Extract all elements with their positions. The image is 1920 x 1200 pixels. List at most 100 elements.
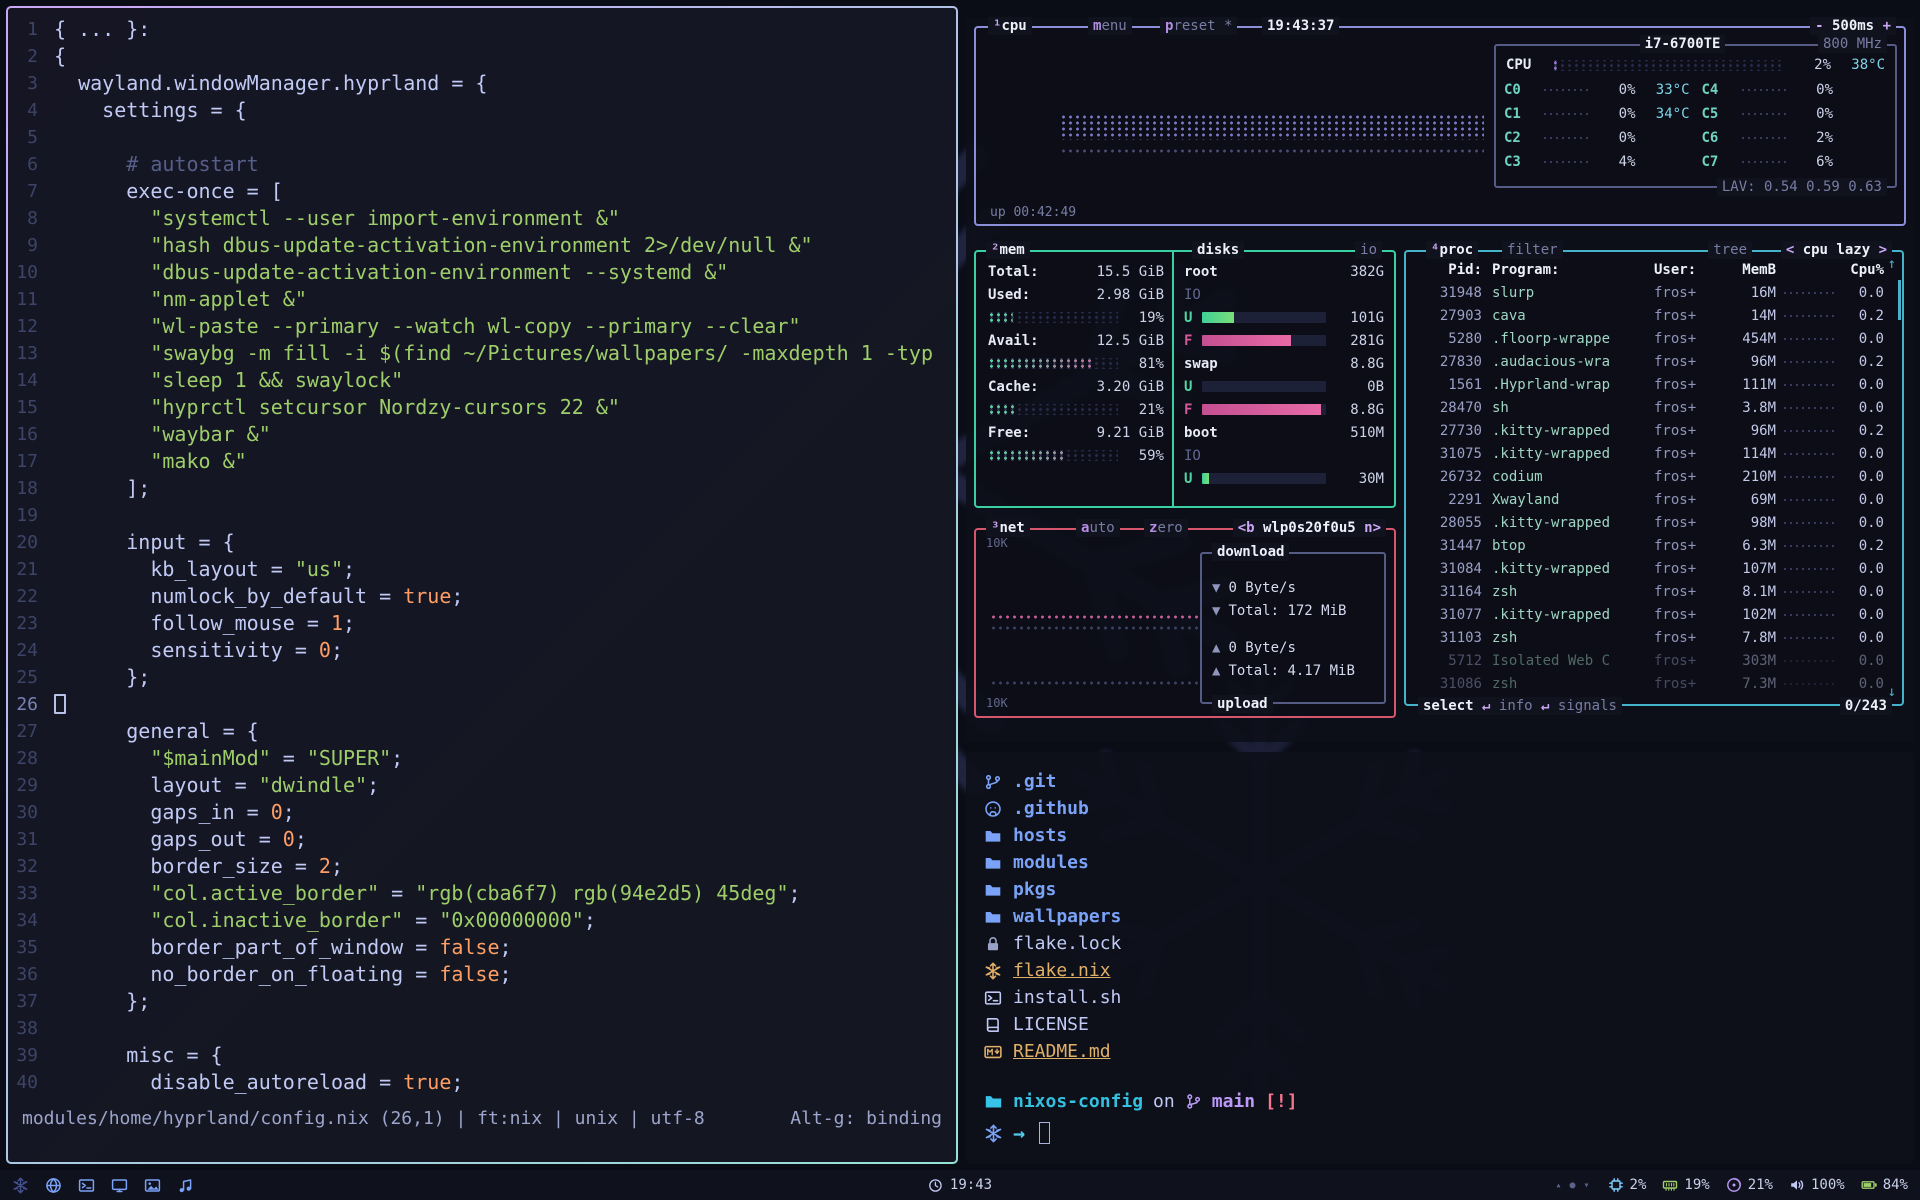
taskbar-app-music[interactable] xyxy=(177,1177,194,1194)
taskbar-app-nix[interactable] xyxy=(12,1177,29,1194)
battery-icon xyxy=(1861,1177,1877,1193)
net-interface-selector[interactable]: <b wlp0s20f0u5 n> xyxy=(1233,519,1386,537)
tray-icon-2[interactable]: ● xyxy=(1569,1180,1575,1191)
process-row[interactable]: 5280.floorp-wrappefros+454M0.0 xyxy=(1414,327,1888,350)
disk-icon xyxy=(1726,1177,1742,1193)
shell-input-line[interactable]: → xyxy=(984,1121,1896,1145)
file-item[interactable]: flake.nix xyxy=(984,957,1896,984)
file-name: flake.lock xyxy=(1013,933,1121,954)
line-number: 22 xyxy=(8,583,54,610)
editor-line: 5 xyxy=(8,124,956,151)
file-name: install.sh xyxy=(1013,987,1121,1008)
editor-line: 14 "sleep 1 && swaylock" xyxy=(8,367,956,394)
mem-box-title[interactable]: ²mem xyxy=(986,241,1030,259)
proc-sort-selector[interactable]: < cpu lazy > xyxy=(1781,241,1892,259)
process-row[interactable]: 31447btopfros+6.3M0.2 xyxy=(1414,534,1888,557)
cpu-history-graph xyxy=(1060,114,1484,140)
file-item[interactable]: .github xyxy=(984,795,1896,822)
proc-filter-button[interactable]: filter xyxy=(1502,241,1563,259)
process-row[interactable]: 27730.kitty-wrappedfros+96M0.2 xyxy=(1414,419,1888,442)
editor-window[interactable]: 1{ ... }:2{3 wayland.windowManager.hyprl… xyxy=(6,6,958,1164)
terminal-window[interactable]: .git.githubhostsmodulespkgswallpapers fla… xyxy=(966,752,1914,1164)
process-table-header[interactable]: Pid: Program: User: MemB Cpu% xyxy=(1414,258,1888,281)
memory-meter-row: 19% xyxy=(988,306,1164,329)
clock-module[interactable]: 19:43 xyxy=(928,1177,992,1193)
net-box-title[interactable]: ³net xyxy=(986,519,1030,537)
file-item[interactable]: pkgs xyxy=(984,876,1896,903)
btop-menu-button[interactable]: menu xyxy=(1088,17,1132,35)
net-scale-bottom: 10K xyxy=(986,696,1008,710)
book-icon xyxy=(984,1016,1002,1034)
process-row[interactable]: 31077.kitty-wrappedfros+102M0.0 xyxy=(1414,603,1888,626)
file-item[interactable]: hosts xyxy=(984,822,1896,849)
memory-stat-row: Cache:3.20 GiB xyxy=(988,375,1164,398)
editor-line: 31 gaps_out = 0; xyxy=(8,826,956,853)
terminal-cursor[interactable] xyxy=(1039,1122,1050,1144)
tray-icon-3[interactable]: ▾ xyxy=(1584,1180,1590,1191)
taskbar-app-image[interactable] xyxy=(144,1177,161,1194)
process-row[interactable]: 27830.audacious-wrafros+96M0.2 xyxy=(1414,350,1888,373)
tray-icon-1[interactable]: ▴ xyxy=(1555,1180,1561,1191)
bar-module-disk[interactable]: 21% xyxy=(1726,1177,1773,1193)
disks-title[interactable]: disks xyxy=(1192,241,1244,259)
upload-graph xyxy=(990,680,1202,686)
taskbar-app-display[interactable] xyxy=(111,1177,128,1194)
process-row[interactable]: 31948slurpfros+16M0.0 xyxy=(1414,281,1888,304)
editor-line: 18 ]; xyxy=(8,475,956,502)
file-name: LICENSE xyxy=(1013,1014,1089,1035)
line-number: 18 xyxy=(8,475,54,502)
taskbar-app-globe[interactable] xyxy=(45,1177,62,1194)
process-list[interactable]: 31948slurpfros+16M0.027903cavafros+14M0.… xyxy=(1414,281,1888,695)
net-auto-toggle[interactable]: auto xyxy=(1076,519,1120,537)
github-icon xyxy=(984,800,1002,818)
process-row[interactable]: 31075.kitty-wrappedfros+114M0.0 xyxy=(1414,442,1888,465)
file-item[interactable]: .git xyxy=(984,768,1896,795)
update-interval-control[interactable]: - 500ms + xyxy=(1810,17,1896,35)
disks-io-toggle[interactable]: io xyxy=(1355,241,1382,259)
line-number: 10 xyxy=(8,259,54,286)
cpu-box-title[interactable]: ¹cpu xyxy=(988,17,1032,35)
file-item[interactable]: install.sh xyxy=(984,984,1896,1011)
file-item[interactable]: modules xyxy=(984,849,1896,876)
git-branch-icon xyxy=(1185,1093,1202,1110)
process-row[interactable]: 5712Isolated Web Cfros+303M0.0 xyxy=(1414,649,1888,672)
line-number: 17 xyxy=(8,448,54,475)
system-tray: ▴ ● ▾ xyxy=(1555,1180,1589,1191)
process-row[interactable]: 31086zshfros+7.3M0.0 xyxy=(1414,672,1888,695)
file-item[interactable]: wallpapers xyxy=(984,903,1896,930)
bar-module-volume[interactable]: 100% xyxy=(1789,1177,1845,1193)
btop-clock: 19:43:37 xyxy=(1262,17,1339,35)
bar-module-battery[interactable]: 84% xyxy=(1861,1177,1908,1193)
file-item[interactable]: README.md xyxy=(984,1038,1896,1065)
bar-module-chip[interactable]: 2% xyxy=(1608,1177,1647,1193)
proc-tree-toggle[interactable]: tree xyxy=(1708,241,1752,259)
process-row[interactable]: 28055.kitty-wrappedfros+98M0.0 xyxy=(1414,511,1888,534)
editor-command-line[interactable] xyxy=(8,1132,956,1158)
process-row[interactable]: 31084.kitty-wrappedfros+107M0.0 xyxy=(1414,557,1888,580)
disk-entry: swap8.8G xyxy=(1184,352,1384,375)
line-number: 26 xyxy=(8,691,54,718)
bar-modules: 2% 19% 21% 100% 84% xyxy=(1608,1177,1908,1193)
line-number: 32 xyxy=(8,853,54,880)
process-row[interactable]: 26732codiumfros+210M0.0 xyxy=(1414,465,1888,488)
disk-io-label: IO xyxy=(1184,283,1384,306)
process-row[interactable]: 28470shfros+3.8M0.0 xyxy=(1414,396,1888,419)
process-row[interactable]: 31164zshfros+8.1M0.0 xyxy=(1414,580,1888,603)
proc-box-title[interactable]: ⁴proc xyxy=(1426,241,1478,259)
btop-preset-button[interactable]: preset * xyxy=(1160,17,1237,35)
net-zero-toggle[interactable]: zero xyxy=(1144,519,1188,537)
markdown-icon xyxy=(984,1043,1002,1061)
process-row[interactable]: 1561.Hyprland-wrapfros+111M0.0 xyxy=(1414,373,1888,396)
editor-line: 38 xyxy=(8,1015,956,1042)
process-row[interactable]: 27903cavafros+14M0.2 xyxy=(1414,304,1888,327)
process-row[interactable]: 31103zshfros+7.8M0.0 xyxy=(1414,626,1888,649)
bar-module-memory[interactable]: 19% xyxy=(1662,1177,1709,1193)
proc-footer-keys[interactable]: select ↵ info ↵ signals xyxy=(1418,697,1622,715)
scrollbar-thumb[interactable] xyxy=(1898,280,1901,320)
editor-buffer[interactable]: 1{ ... }:2{3 wayland.windowManager.hyprl… xyxy=(8,16,956,1096)
file-item[interactable]: LICENSE xyxy=(984,1011,1896,1038)
process-row[interactable]: 2291Xwaylandfros+69M0.0 xyxy=(1414,488,1888,511)
file-item[interactable]: flake.lock xyxy=(984,930,1896,957)
statusline-keybind-hint: Alt-g: binding xyxy=(790,1106,942,1132)
taskbar-app-shell[interactable] xyxy=(78,1177,95,1194)
